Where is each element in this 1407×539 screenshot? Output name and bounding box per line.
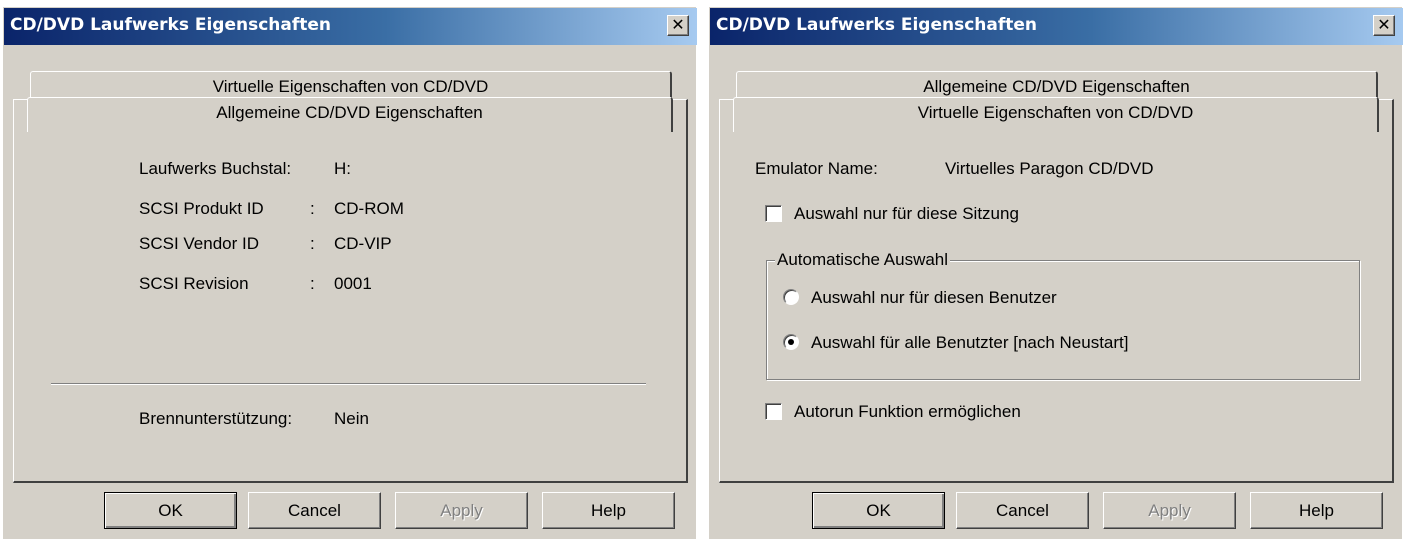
burn-support-value: Nein (334, 409, 369, 428)
vendor-id-value: CD-VIP (334, 234, 392, 253)
burn-support-label: Brennunterstützung: (139, 409, 293, 428)
separator (51, 383, 646, 385)
close-icon: ✕ (1377, 15, 1391, 34)
window-title: CD/DVD Laufwerks Eigenschaften (716, 15, 1038, 35)
revision-label: SCSI Revision (139, 274, 249, 293)
emulator-name-label: Emulator Name: (755, 159, 878, 178)
vendor-id-label: SCSI Vendor ID (139, 234, 260, 253)
close-button[interactable]: ✕ (667, 15, 689, 36)
session-only-checkbox[interactable] (765, 205, 782, 222)
radio-all-users[interactable] (783, 334, 799, 350)
title-bar[interactable]: CD/DVD Laufwerks Eigenschaften ✕ (710, 8, 1403, 45)
auto-selection-group (766, 260, 1360, 380)
autorun-label[interactable]: Autorun Funktion ermöglichen (794, 402, 1021, 422)
revision-colon: : (310, 274, 315, 293)
dialog-general-properties: CD/DVD Laufwerks Eigenschaften ✕ Virtuel… (3, 7, 697, 539)
close-icon: ✕ (671, 15, 685, 34)
drive-letter-label: Laufwerks Buchstal: (139, 159, 292, 178)
drive-letter-value: H: (334, 159, 351, 178)
dialog-virtual-properties: CD/DVD Laufwerks Eigenschaften ✕ Allgeme… (709, 7, 1403, 539)
cancel-button[interactable]: Cancel (956, 492, 1089, 529)
close-button[interactable]: ✕ (1373, 15, 1395, 36)
product-id-colon: : (310, 199, 315, 218)
tab-virtual-properties[interactable]: Virtuelle Eigenschaften von CD/DVD (733, 97, 1379, 132)
ok-button[interactable]: OK (104, 492, 237, 529)
revision-value: 0001 (334, 274, 372, 293)
cancel-button[interactable]: Cancel (248, 492, 381, 529)
ok-button[interactable]: OK (812, 492, 945, 529)
product-id-label: SCSI Produkt ID (139, 199, 264, 218)
window-title: CD/DVD Laufwerks Eigenschaften (10, 15, 332, 35)
radio-all-users-label[interactable]: Auswahl für alle Benutzter [nach Neustar… (811, 333, 1129, 353)
apply-button[interactable]: Apply (1103, 492, 1236, 529)
radio-this-user-label[interactable]: Auswahl nur für diesen Benutzer (811, 288, 1057, 308)
tab-general-properties[interactable]: Allgemeine CD/DVD Eigenschaften (27, 97, 673, 132)
title-bar[interactable]: CD/DVD Laufwerks Eigenschaften ✕ (4, 8, 697, 45)
vendor-id-colon: : (310, 234, 315, 253)
help-button[interactable]: Help (1250, 492, 1383, 529)
help-button[interactable]: Help (542, 492, 675, 529)
emulator-name-value: Virtuelles Paragon CD/DVD (945, 159, 1154, 178)
radio-selected-dot (788, 339, 794, 345)
auto-selection-group-title: Automatische Auswahl (775, 250, 951, 270)
apply-button[interactable]: Apply (395, 492, 528, 529)
product-id-value: CD-ROM (334, 199, 404, 218)
session-only-label[interactable]: Auswahl nur für diese Sitzung (794, 204, 1019, 224)
radio-this-user[interactable] (783, 289, 799, 305)
autorun-checkbox[interactable] (765, 403, 782, 420)
